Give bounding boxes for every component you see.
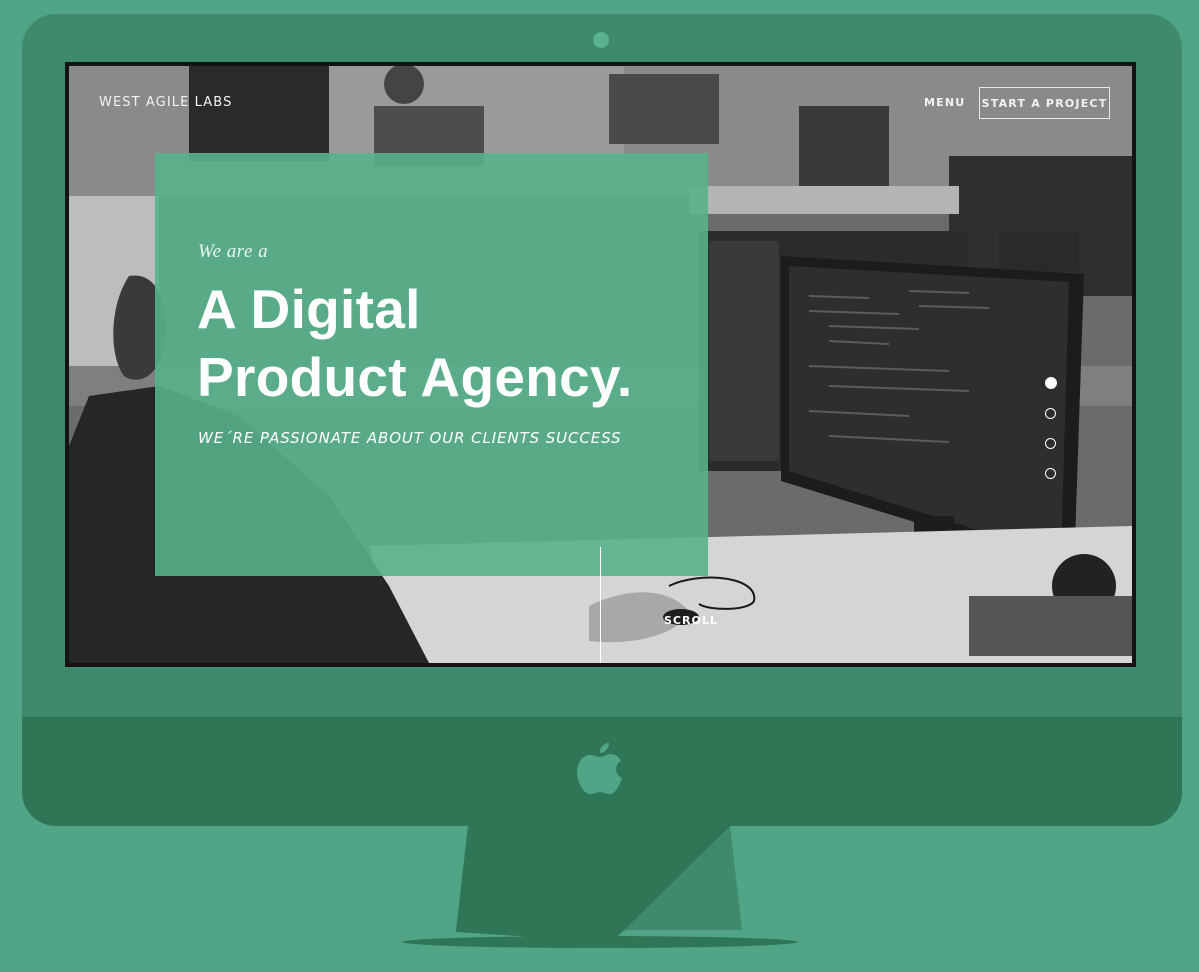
hero-headline: A Digital Product Agency.: [197, 275, 632, 411]
scroll-link[interactable]: SCROLL: [664, 614, 718, 627]
slider-dot-1[interactable]: [1045, 377, 1057, 389]
menu-link[interactable]: MENU: [924, 96, 965, 109]
camera-dot: [593, 32, 609, 48]
apple-logo-icon: [577, 743, 622, 795]
brand-logo-text[interactable]: WEST AGILE LABS: [99, 95, 232, 110]
hero-headline-line-1: A Digital: [197, 278, 421, 340]
slider-dots: [1045, 377, 1057, 498]
hero-card: We are a A Digital Product Agency. WE´RE…: [155, 153, 717, 627]
slider-dot-3[interactable]: [1045, 438, 1056, 449]
hero-eyebrow: We are a: [198, 241, 269, 262]
hero-tagline: WE´RE PASSIONATE ABOUT OUR CLIENTS SUCCE…: [198, 429, 622, 447]
slider-dot-4[interactable]: [1045, 468, 1056, 479]
slider-dot-2[interactable]: [1045, 408, 1056, 419]
scroll-indicator-line: [600, 547, 601, 663]
start-project-button[interactable]: START A PROJECT: [979, 87, 1110, 119]
hero-headline-line-2: Product Agency.: [197, 346, 633, 408]
website-screen: WEST AGILE LABS MENU START A PROJECT We …: [65, 62, 1136, 667]
